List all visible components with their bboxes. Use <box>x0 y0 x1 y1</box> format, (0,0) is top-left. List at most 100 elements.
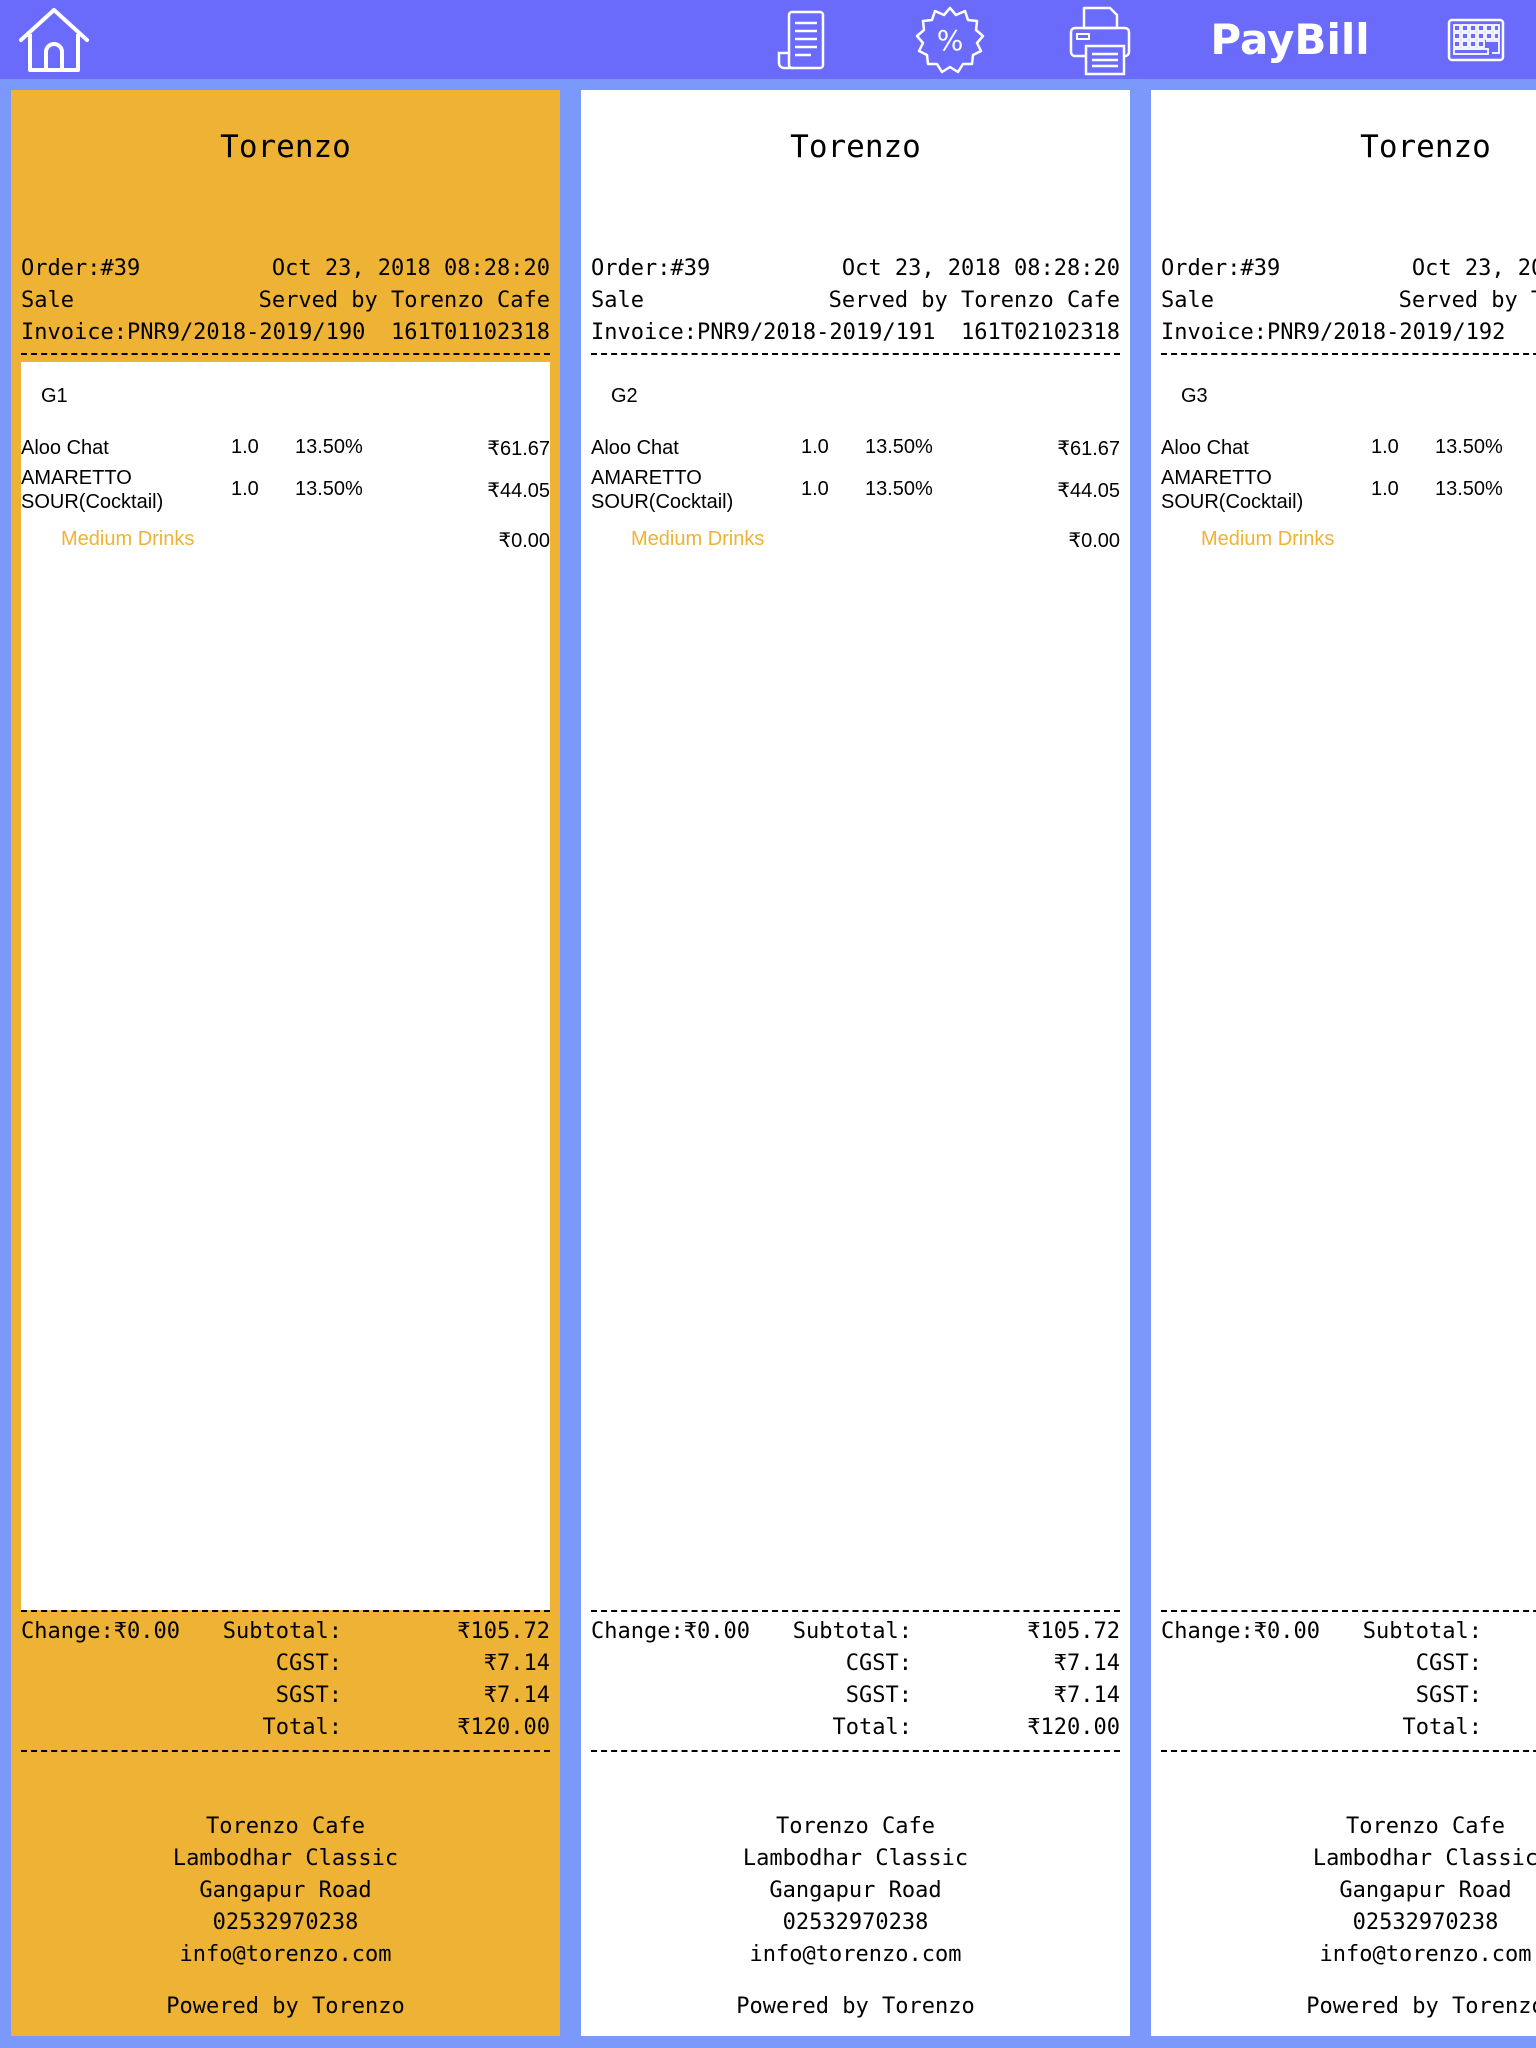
order-row: Order:#39 Oct 23, 2018 08:28:20 <box>21 254 550 284</box>
served-by: Served by Torenzo Cafe <box>1398 288 1536 313</box>
footer-road: Gangapur Road <box>1339 1878 1512 1903</box>
sgst-value: ₹7.14 <box>483 1683 550 1708</box>
table-name: G3 <box>1181 385 1208 407</box>
item-tax: 13.50% <box>295 478 363 500</box>
discount-icon[interactable]: % <box>912 0 988 79</box>
powered-by: Powered by Torenzo <box>1306 1994 1536 2019</box>
item-name: Aloo Chat <box>591 437 679 459</box>
totals-row: SGST: <box>1161 1681 1536 1711</box>
divider <box>1161 353 1536 355</box>
totals-row: Change:₹0.00 Subtotal: <box>1161 1617 1536 1647</box>
divider <box>591 1750 1120 1752</box>
sgst-label: SGST: <box>275 1683 342 1708</box>
cgst-value: ₹7.14 <box>483 1651 550 1676</box>
totals-row: Total: ₹120.00 <box>591 1713 1120 1743</box>
items-list: G2 Aloo Chat 1.0 13.50% ₹61.67 AMARETTO … <box>591 362 1120 1610</box>
total-label: Total: <box>832 1715 912 1740</box>
divider <box>591 1610 1120 1612</box>
bill-card[interactable]: Torenzo Order:#39 Oct 23, 2018 08:28:20 … <box>11 90 560 2036</box>
list-item[interactable]: AMARETTO SOUR(Cocktail) 1.0 13.50% ₹44.0… <box>21 466 550 514</box>
item-name: Aloo Chat <box>1161 437 1249 459</box>
item-tax: 13.50% <box>865 436 933 458</box>
modifier-price: ₹0.00 <box>498 530 550 552</box>
item-name: AMARETTO SOUR(Cocktail) <box>591 467 734 513</box>
subtotal-label: Subtotal: <box>1362 1619 1482 1644</box>
totals-row: SGST: ₹7.14 <box>21 1681 550 1711</box>
bill-card[interactable]: Torenzo Order:#39 Oct 23, 2018 08:28:20 … <box>581 90 1130 2036</box>
totals-row: CGST: ₹7.14 <box>21 1649 550 1679</box>
list-item[interactable]: AMARETTO SOUR(Cocktail) 1.0 13.50% ₹44.0… <box>591 466 1120 514</box>
subtotal-value: ₹105.72 <box>457 1619 550 1644</box>
item-name: Aloo Chat <box>21 437 109 459</box>
sgst-label: SGST: <box>845 1683 912 1708</box>
printer-icon[interactable] <box>1065 0 1135 79</box>
served-by: Served by Torenzo Cafe <box>828 288 1120 313</box>
footer-email: info@torenzo.com <box>749 1942 962 1967</box>
modifier-name: Medium Drinks <box>631 528 765 550</box>
order-datetime: Oct 23, 2018 08:28:20 <box>1411 256 1536 281</box>
footer-address: Lambodhar Classic <box>172 1846 399 1871</box>
bills-carousel[interactable]: Torenzo Order:#39 Oct 23, 2018 08:28:20 … <box>0 90 1536 2036</box>
item-tax: 13.50% <box>1435 436 1503 458</box>
bill-card[interactable]: Torenzo Order:#39 Oct 23, 2018 08:28:20 … <box>1151 90 1536 2036</box>
totals-row: Change:₹0.00 Subtotal: ₹105.72 <box>21 1617 550 1647</box>
divider <box>1161 1610 1536 1612</box>
items-list: G1 Aloo Chat 1.0 13.50% ₹61.67 AMARETTO … <box>21 362 550 1610</box>
modifier-row[interactable]: Medium Drinks ₹0.00 <box>591 528 1120 552</box>
table-name: G2 <box>611 385 638 407</box>
sale-type: Sale <box>591 288 644 313</box>
sale-type: Sale <box>21 288 74 313</box>
subtotal-label: Subtotal: <box>222 1619 342 1644</box>
totals-row: CGST: ₹7.14 <box>591 1649 1120 1679</box>
sale-type: Sale <box>1161 288 1214 313</box>
receipt-icon[interactable] <box>770 0 832 79</box>
footer-phone: 02532970238 <box>212 1910 359 1935</box>
sale-row: Sale Served by Torenzo Cafe <box>591 286 1120 316</box>
modifier-row[interactable]: Medium Drinks <box>1161 528 1536 552</box>
change-amount: Change:₹0.00 <box>1161 1619 1320 1644</box>
order-datetime: Oct 23, 2018 08:28:20 <box>271 256 550 281</box>
divider <box>21 353 550 355</box>
list-item[interactable]: Aloo Chat 1.0 13.50% ₹61.67 <box>591 436 1120 460</box>
sgst-value: ₹7.14 <box>1053 1683 1120 1708</box>
item-price: ₹61.67 <box>487 438 550 460</box>
page-title: PayBill <box>1210 15 1370 64</box>
list-item[interactable]: AMARETTO SOUR(Cocktail) 1.0 13.50% <box>1161 466 1536 514</box>
footer-cafe-name: Torenzo Cafe <box>206 1814 365 1839</box>
divider <box>21 1610 550 1612</box>
divider <box>21 1750 550 1752</box>
footer-phone: 02532970238 <box>1352 1910 1499 1935</box>
sale-row: Sale Served by Torenzo Cafe <box>1161 286 1536 316</box>
totals-row: Change:₹0.00 Subtotal: ₹105.72 <box>591 1617 1120 1647</box>
cgst-label: CGST: <box>1415 1651 1482 1676</box>
item-qty: 1.0 <box>801 478 829 500</box>
invoice-row: Invoice:PNR9/2018-2019/190 161T01102318 <box>21 318 550 348</box>
item-qty: 1.0 <box>231 478 259 500</box>
item-price: ₹61.67 <box>1057 438 1120 460</box>
invoice-row: Invoice:PNR9/2018-2019/191 161T02102318 <box>591 318 1120 348</box>
totals-row: CGST: <box>1161 1649 1536 1679</box>
sgst-label: SGST: <box>1415 1683 1482 1708</box>
cgst-label: CGST: <box>275 1651 342 1676</box>
invoice-code: 161T01102318 <box>391 320 550 345</box>
footer-email: info@torenzo.com <box>179 1942 392 1967</box>
keyboard-icon[interactable] <box>1444 0 1508 79</box>
item-qty: 1.0 <box>1371 478 1399 500</box>
total-value: ₹120.00 <box>457 1715 550 1740</box>
item-name: AMARETTO SOUR(Cocktail) <box>21 467 164 513</box>
home-icon[interactable] <box>14 0 94 79</box>
footer-cafe-name: Torenzo Cafe <box>1346 1814 1505 1839</box>
modifier-row[interactable]: Medium Drinks ₹0.00 <box>21 528 550 552</box>
cgst-label: CGST: <box>845 1651 912 1676</box>
footer-email: info@torenzo.com <box>1319 1942 1532 1967</box>
footer-address: Lambodhar Classic <box>742 1846 969 1871</box>
modifier-price: ₹0.00 <box>1068 530 1120 552</box>
sale-row: Sale Served by Torenzo Cafe <box>21 286 550 316</box>
footer-road: Gangapur Road <box>769 1878 942 1903</box>
change-amount: Change:₹0.00 <box>591 1619 750 1644</box>
list-item[interactable]: Aloo Chat 1.0 13.50% ₹61.67 <box>21 436 550 460</box>
svg-text:%: % <box>937 24 964 57</box>
item-price: ₹44.05 <box>487 480 550 502</box>
order-number: Order:#39 <box>21 256 141 281</box>
list-item[interactable]: Aloo Chat 1.0 13.50% <box>1161 436 1536 460</box>
